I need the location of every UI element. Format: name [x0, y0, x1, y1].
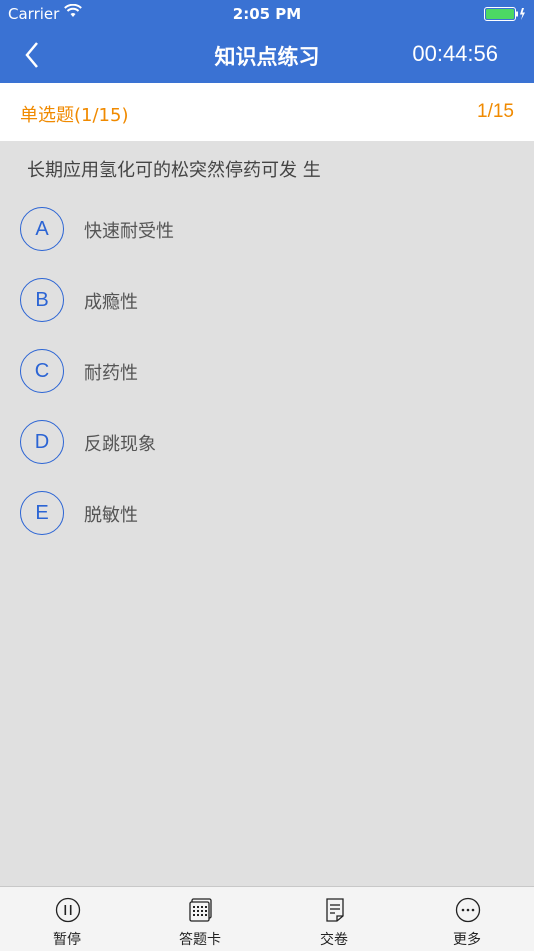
pause-button[interactable]: 暂停 — [17, 887, 117, 951]
status-bar: Carrier 2:05 PM — [0, 0, 534, 28]
option-text: 快速耐受性 — [84, 221, 174, 242]
top-bar: Carrier 2:05 PM 知识点练习 00:44:56 — [0, 0, 534, 83]
status-time: 2:05 PM — [232, 5, 302, 23]
option-text: 成瘾性 — [84, 292, 138, 313]
option-letter: C — [20, 349, 64, 393]
pause-icon — [55, 897, 81, 923]
option-d[interactable]: D 反跳现象 — [20, 420, 500, 466]
answer-card-icon — [189, 898, 212, 922]
option-text: 反跳现象 — [84, 434, 156, 455]
battery-icon — [484, 7, 526, 21]
nav-bar: 知识点练习 00:44:56 — [0, 28, 534, 83]
option-letter: A — [20, 207, 64, 251]
option-letter: D — [20, 420, 64, 464]
option-b[interactable]: B 成瘾性 — [20, 278, 500, 324]
question-text: 长期应用氢化可的松突然停药可发 生 — [27, 160, 321, 181]
submit-paper-icon — [326, 898, 344, 922]
option-e[interactable]: E 脱敏性 — [20, 491, 500, 537]
option-letter: E — [20, 491, 64, 535]
answer-card-label: 答题卡 — [179, 932, 221, 948]
more-label: 更多 — [453, 932, 481, 948]
more-button[interactable]: 更多 — [417, 887, 517, 951]
question-type-label: 单选题(1/15) — [20, 105, 129, 126]
pause-label: 暂停 — [53, 932, 81, 948]
more-icon — [455, 897, 481, 923]
option-text: 耐药性 — [84, 363, 138, 384]
question-header: 单选题(1/15) 1/15 — [0, 83, 534, 141]
bottom-tab-bar: 暂停 答题卡 交卷 更多 — [0, 886, 534, 951]
answer-card-button[interactable]: 答题卡 — [150, 887, 250, 951]
exam-timer: 00:44:56 — [412, 41, 498, 66]
submit-label: 交卷 — [320, 932, 348, 948]
option-text: 脱敏性 — [84, 505, 138, 526]
option-c[interactable]: C 耐药性 — [20, 349, 500, 395]
option-a[interactable]: A 快速耐受性 — [20, 207, 500, 253]
submit-button[interactable]: 交卷 — [284, 887, 384, 951]
option-letter: B — [20, 278, 64, 322]
question-progress: 1/15 — [477, 101, 514, 122]
